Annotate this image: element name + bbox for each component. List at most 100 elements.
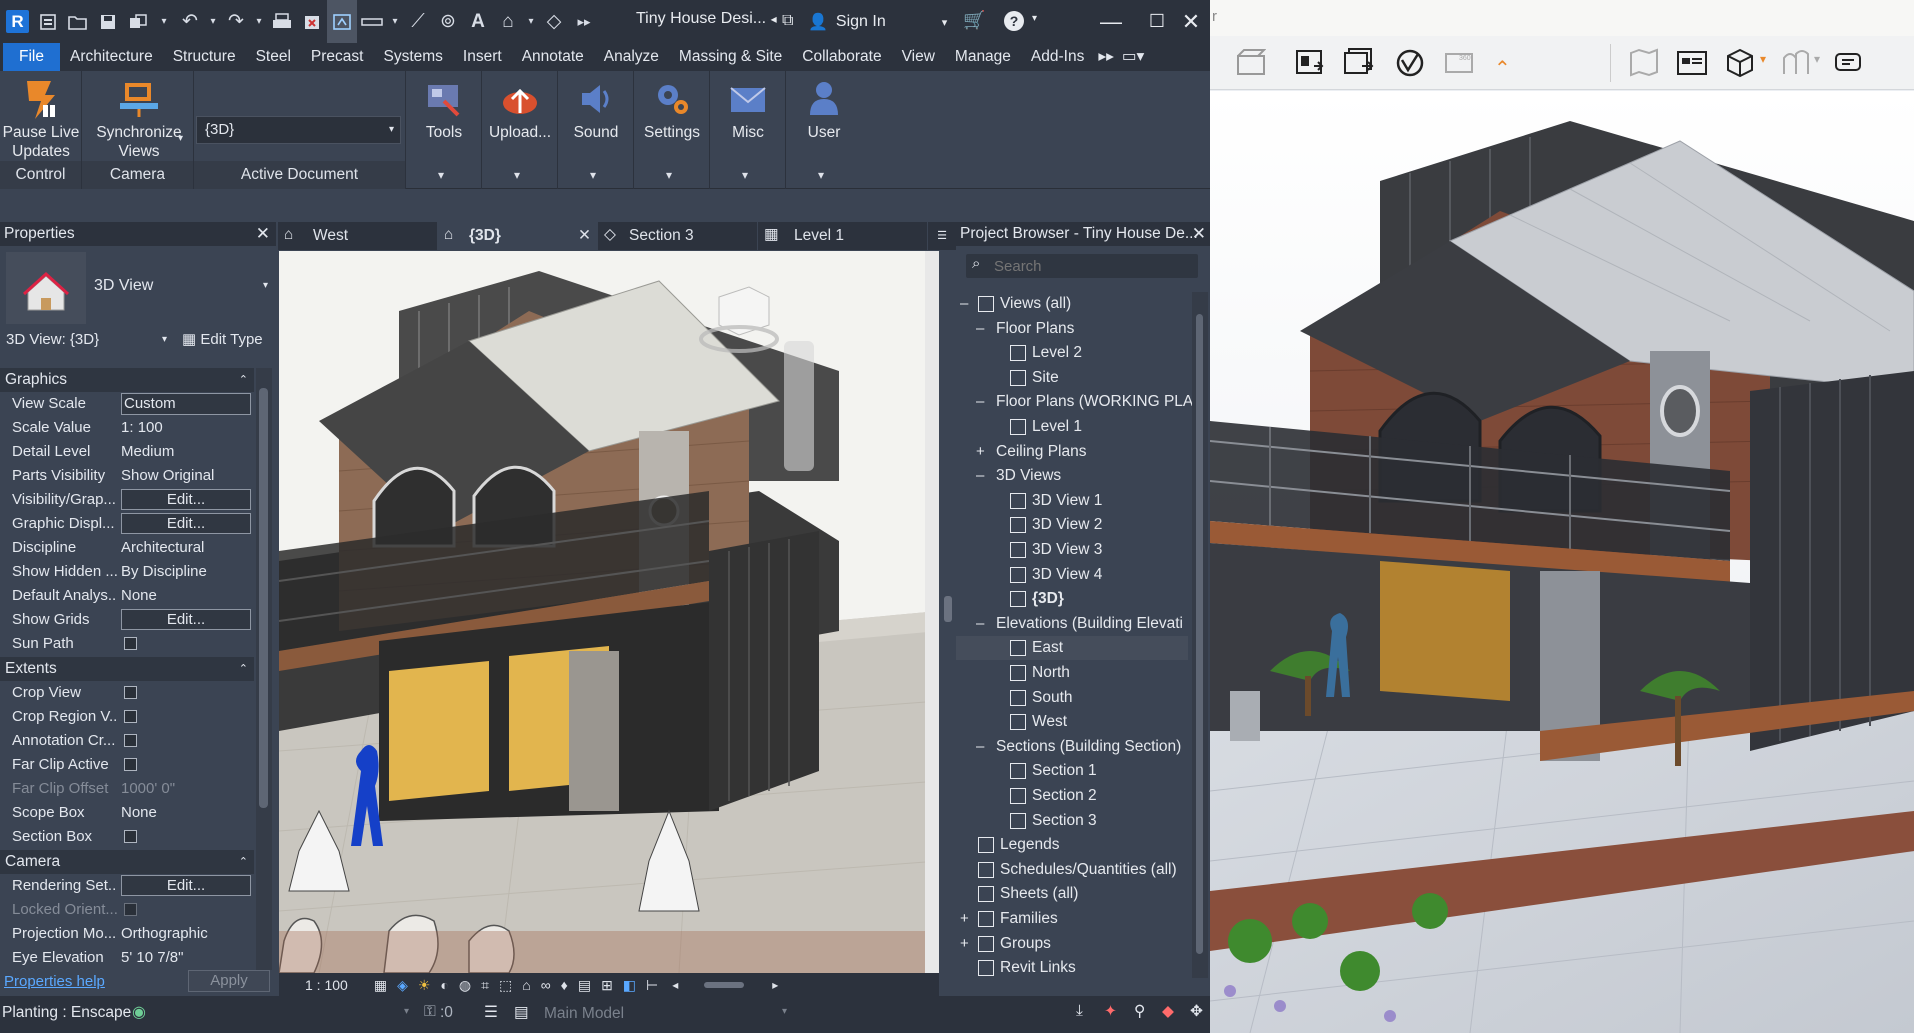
sync-icon[interactable] [123,0,153,43]
browser-scrollbar[interactable] [1192,292,1208,978]
asset-library-icon[interactable] [1724,48,1756,78]
constraints-icon[interactable]: ⊢ [646,977,658,994]
close-button[interactable]: ✕ [1172,0,1210,43]
prop-parts-visibility[interactable]: Parts Visibility Show Original [0,464,254,488]
edit-type-button[interactable]: ▦ Edit Type [182,328,263,352]
tools-button[interactable]: Tools [406,75,482,142]
horizontal-scrollbar-thumb[interactable] [704,982,745,988]
sound-dropdown-icon[interactable]: ▾ [590,161,596,189]
more-tools-icon[interactable]: ▸▸ [569,0,599,43]
reveal-hidden-icon[interactable]: ♦ [561,977,568,993]
search-input[interactable] [994,256,1194,276]
batch-export-icon[interactable] [1344,48,1376,78]
menu-analyze[interactable]: Analyze [594,43,669,71]
redo-dropdown-icon[interactable]: ▾ [251,0,267,43]
browser-node-3d-view-3[interactable]: 3D View 3 [956,538,1188,562]
collapse-icon[interactable]: – [976,464,984,488]
measure-icon[interactable] [357,0,387,43]
chevron-down-icon[interactable]: ▾ [162,328,167,352]
scroll-left-icon[interactable]: ◂ [672,978,678,992]
collapse-toolbar-icon[interactable]: ⌃ [1494,56,1511,81]
panorama-360-icon[interactable]: 360° [1444,48,1476,78]
browser-node-east[interactable]: East [956,636,1188,660]
menu-precast[interactable]: Precast [301,43,374,71]
browser-node-sections[interactable]: – Sections (Building Section) [956,735,1188,759]
maximize-button[interactable]: ☐ [1138,0,1176,43]
open-icon[interactable] [63,0,93,43]
expand-icon[interactable]: + [960,932,969,956]
unlocked-3d-icon[interactable]: ⌂ [522,977,530,993]
collapse-icon[interactable]: – [976,735,984,759]
worksharing-icon[interactable]: ▤ [578,977,591,994]
browser-node-south[interactable]: South [956,686,1188,710]
rendering-edit-button[interactable]: Edit... [121,875,251,896]
render-icon[interactable]: ◍ [459,977,471,994]
select-pinned-icon[interactable]: ⚲ [1134,1002,1145,1021]
collapse-icon[interactable]: – [976,317,984,341]
misc-button[interactable]: Misc [710,75,786,142]
section-box-checkbox[interactable] [124,830,137,843]
browser-node-west[interactable]: West [956,710,1188,734]
temporary-hide-icon[interactable]: ∞ [541,977,551,993]
close-tab-icon[interactable]: ✕ [578,222,591,250]
minimize-button[interactable]: — [1092,0,1130,43]
type-selector[interactable]: 3D View ▾ [0,246,276,328]
enscape-logo-icon[interactable] [1394,48,1426,78]
editable-icon[interactable]: ⚿ [424,1003,436,1021]
browser-node-north[interactable]: North [956,661,1188,685]
far-clip-checkbox[interactable] [124,758,137,771]
graphic-display-edit-button[interactable]: Edit... [121,513,251,534]
sound-button[interactable]: Sound [558,75,634,142]
sign-in-dropdown-icon[interactable]: ▾ [942,16,948,29]
browser-node-schedules[interactable]: Schedules/Quantities (all) [956,858,1188,882]
browser-node-3d-view-2[interactable]: 3D View 2 [956,513,1188,537]
tab-level-1[interactable]: ▦ Level 1 [758,222,928,250]
material-dropdown-icon[interactable]: ▾ [1814,52,1820,66]
expand-icon[interactable]: + [976,440,985,464]
main-model-dropdown-icon[interactable]: ▾ [782,1006,787,1017]
save-icon[interactable] [93,0,123,43]
prop-show-hidden[interactable]: Show Hidden ... By Discipline [0,560,254,584]
sun-path-checkbox[interactable] [124,637,137,650]
menu-manage[interactable]: Manage [945,43,1021,71]
close-icon[interactable]: ✕ [1192,222,1206,246]
prop-scope-box[interactable]: Scope Box None [0,801,254,825]
browser-node-groups[interactable]: + Groups [956,932,1188,956]
settings-button[interactable]: Settings [634,75,710,142]
pause-live-updates-button[interactable]: Pause Live Updates [2,75,80,161]
browser-node-section-3[interactable]: Section 3 [956,809,1188,833]
map-icon[interactable] [1628,48,1660,78]
properties-help-link[interactable]: Properties help [4,973,105,990]
scrollbar-thumb[interactable] [1196,314,1203,954]
user-button[interactable]: User [786,75,862,142]
collapse-icon[interactable]: – [976,612,984,636]
tab-west[interactable]: ⌂ West [278,222,438,250]
drag-elements-icon[interactable]: ✥ [1190,1002,1203,1021]
switch-windows-icon[interactable] [327,0,357,43]
binoculars-icon[interactable]: ⧉ [782,12,793,30]
menu-insert[interactable]: Insert [453,43,512,71]
browser-node-section-2[interactable]: Section 2 [956,784,1188,808]
enscape-render-viewport[interactable] [1210,91,1914,1033]
select-underlay-icon[interactable]: ✦ [1104,1002,1117,1021]
undo-icon[interactable]: ↶ [175,0,205,43]
sync-views-dropdown-icon[interactable]: ▾ [178,133,183,144]
collapse-icon[interactable]: – [976,390,984,414]
visual-style-icon[interactable]: ◈ [397,977,408,994]
main-model-icon[interactable]: ▤ [514,1003,529,1022]
menu-massing-site[interactable]: Massing & Site [669,43,792,71]
synchronize-views-button[interactable]: Synchronize Views [94,75,184,161]
menu-architecture[interactable]: Architecture [60,43,163,71]
browser-node-3d-default[interactable]: {3D} [956,587,1188,611]
sign-in[interactable]: 👤 Sign In ▾ [808,12,947,32]
prop-discipline[interactable]: Discipline Architectural [0,536,254,560]
default-3d-icon[interactable]: ⌂ [493,0,523,43]
highlight-icon[interactable]: ◧ [623,977,636,994]
close-inactive-icon[interactable] [297,0,327,43]
misc-dropdown-icon[interactable]: ▾ [742,161,748,189]
detail-level-icon[interactable]: ▦ [374,977,387,994]
video-editor-icon[interactable] [1236,48,1266,76]
print-icon[interactable] [267,0,297,43]
cart-icon[interactable]: 🛒 [963,10,985,31]
aligned-dimension-icon[interactable]: ⟋ [403,0,433,43]
